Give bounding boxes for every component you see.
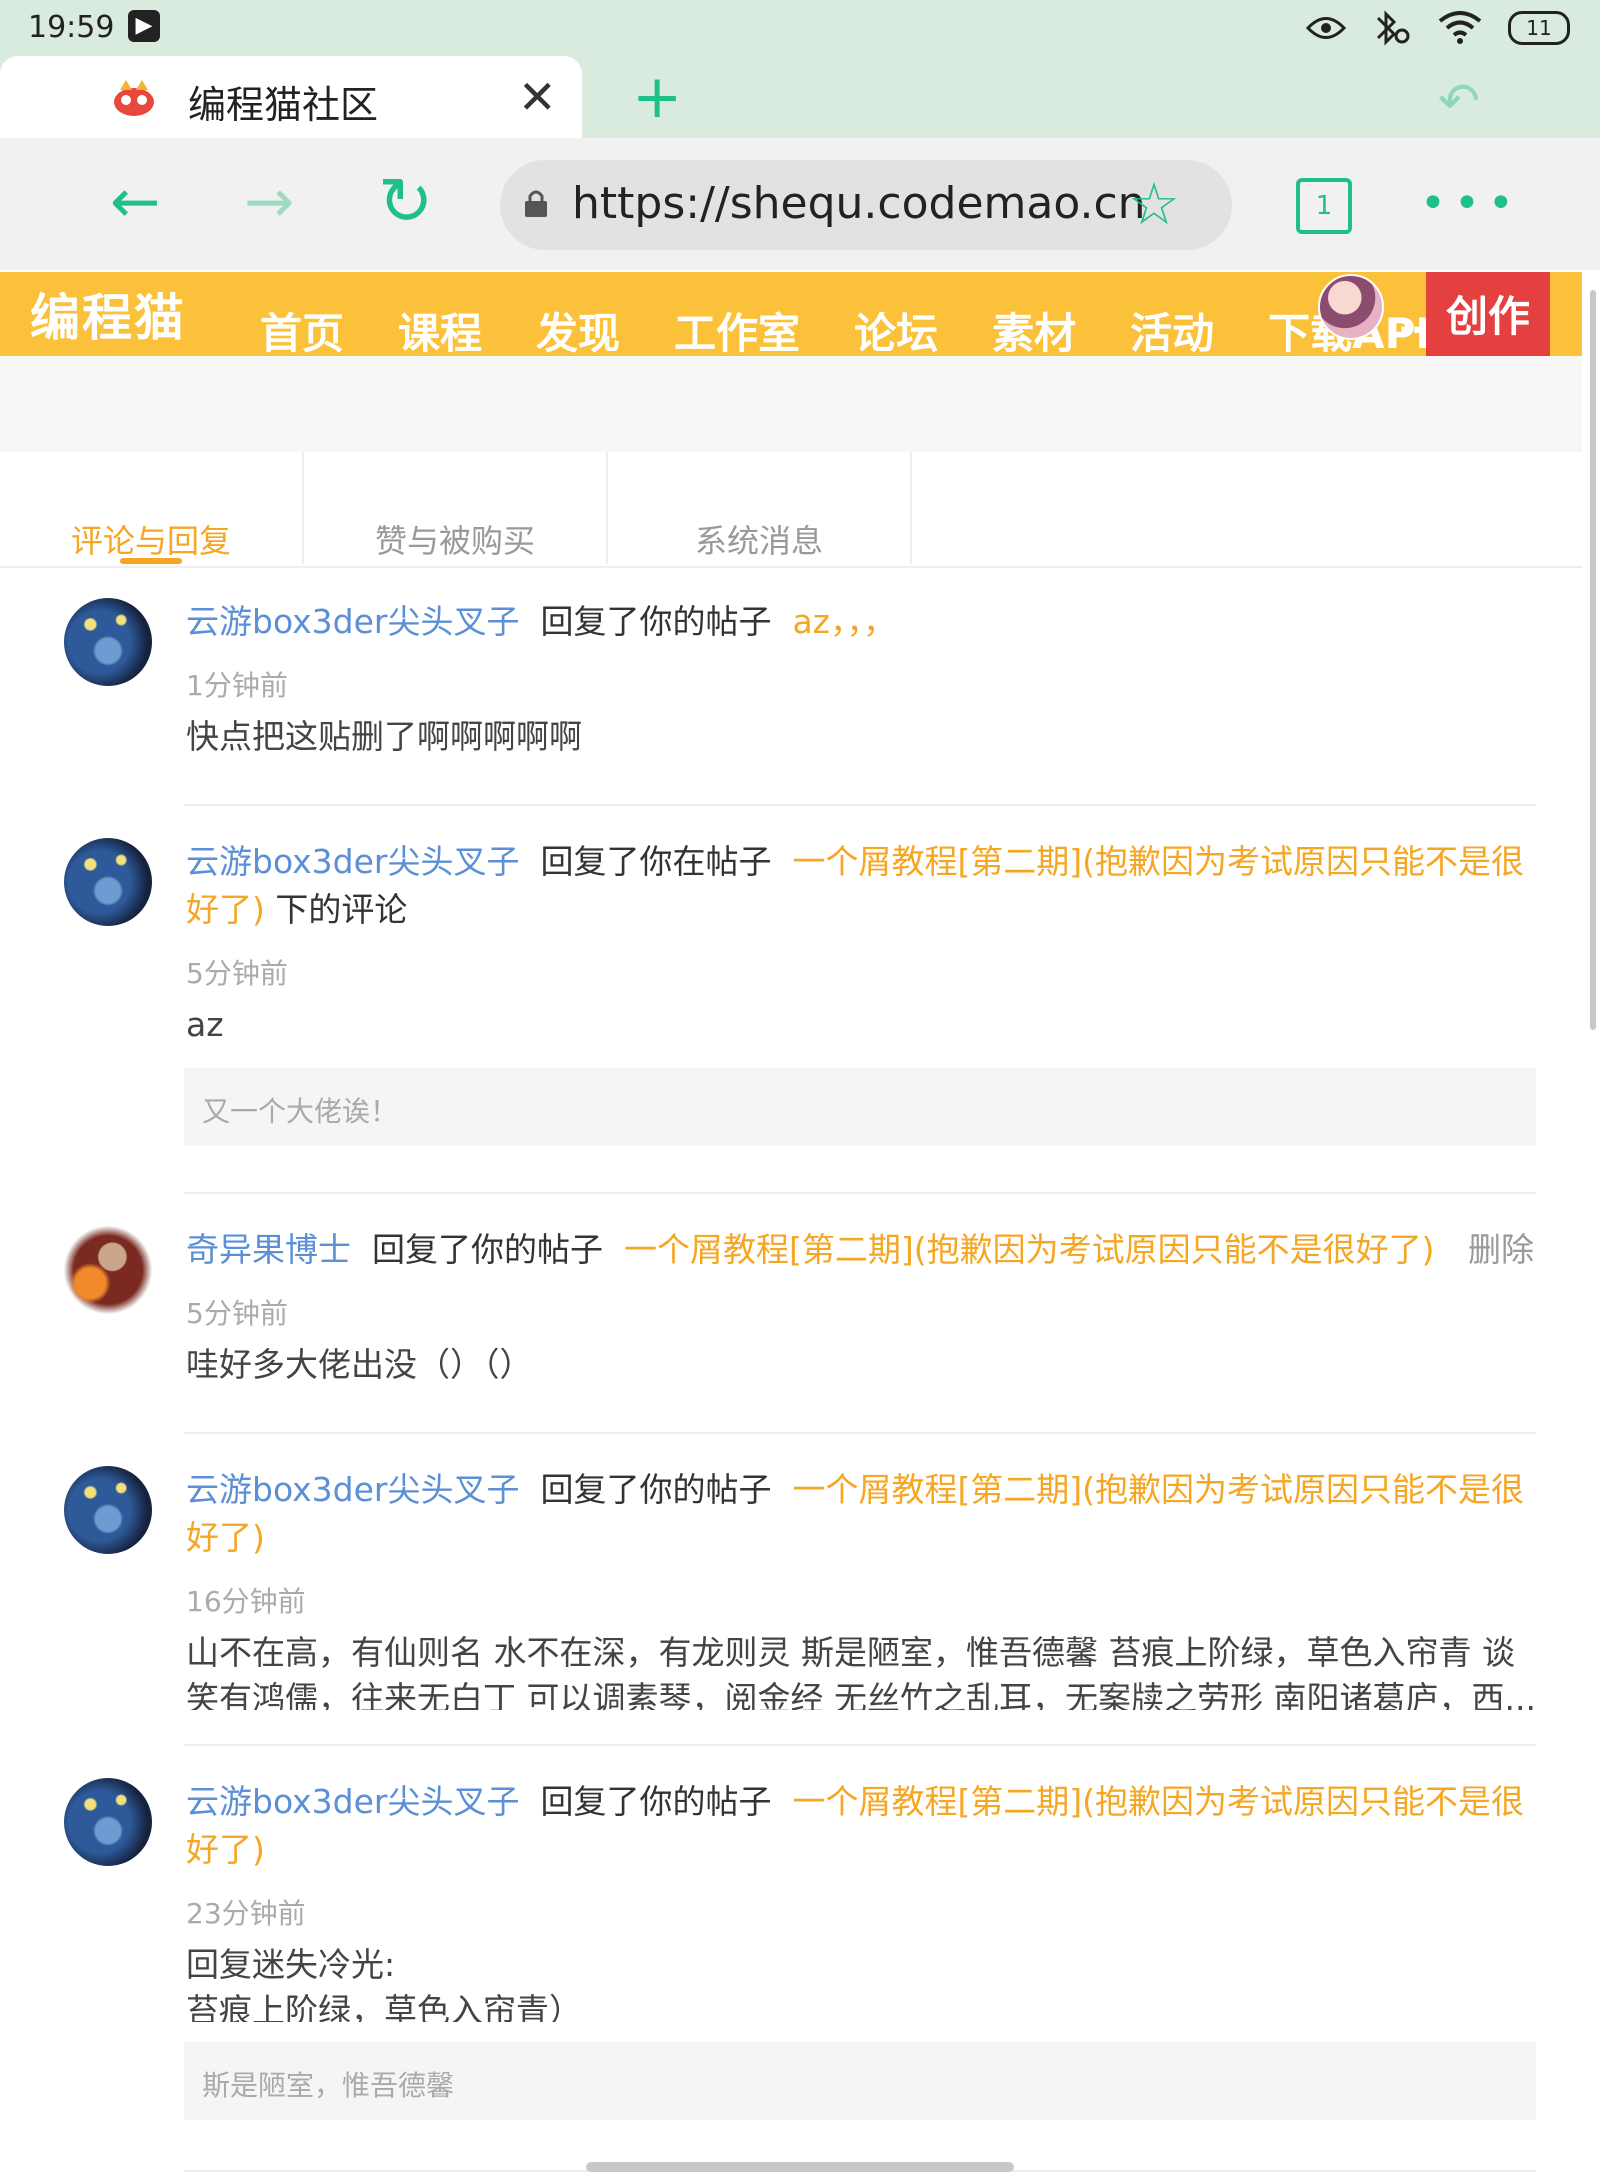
- avatar[interactable]: [64, 598, 152, 686]
- message-suffix: 下的评论: [275, 890, 408, 929]
- nav-item-events[interactable]: 活动: [1130, 300, 1214, 361]
- message-header: 云游box3der尖头叉子 回复了你的帖子 az，，，: [186, 598, 1536, 646]
- tab-system-messages-label: 系统消息: [694, 522, 823, 560]
- horizontal-scrollbar[interactable]: [586, 2162, 1014, 2172]
- forward-arrow-icon[interactable]: →: [244, 172, 294, 232]
- divider: [184, 804, 1536, 806]
- message-action: 回复了你的帖子: [540, 1470, 772, 1509]
- message-action: 回复了你的帖子: [540, 1782, 772, 1821]
- divider: [184, 1192, 1536, 1194]
- status-time: 19:59: [28, 10, 115, 45]
- bluetooth-off-icon: [1376, 10, 1410, 46]
- quoted-comment: 斯是陋室，惟吾德馨: [184, 2042, 1536, 2120]
- lock-icon: [525, 190, 547, 217]
- undo-icon[interactable]: ↶: [1438, 72, 1480, 130]
- message-content: 快点把这贴删了啊啊啊啊啊: [186, 717, 582, 756]
- status-bar: 19:59 ▶ 11: [0, 0, 1600, 56]
- browser-tab-strip: 编程猫社区 ✕ + ↶: [0, 56, 1600, 138]
- message-content: 山不在高，有仙则名 水不在深，有龙则灵 斯是陋室，惟吾德馨 苔痕上阶绿，草色入帘…: [186, 1633, 1536, 1710]
- message-content: 回复迷失冷光: 苔痕上阶绿，草色入帘青）: [186, 1945, 582, 2022]
- nav-item-forum[interactable]: 论坛: [854, 300, 938, 361]
- active-tab-indicator: [120, 558, 182, 564]
- tab-likes-purchases-label: 赞与被购买: [374, 522, 535, 560]
- message-time: 1分钟前: [186, 669, 288, 702]
- avatar[interactable]: [64, 1778, 152, 1866]
- codemao-favicon-icon: [114, 80, 154, 116]
- avatar[interactable]: [64, 1466, 152, 1554]
- message-user-link[interactable]: 云游box3der尖头叉子: [186, 842, 519, 881]
- nav-item-courses[interactable]: 课程: [398, 300, 482, 361]
- tab-system-messages[interactable]: 系统消息: [608, 452, 912, 564]
- tab-likes-purchases[interactable]: 赞与被购买: [304, 452, 608, 564]
- nav-item-home[interactable]: 首页: [260, 300, 344, 361]
- message-content: az: [186, 1005, 224, 1044]
- tab-count-button[interactable]: 1: [1296, 178, 1352, 234]
- quoted-comment-text: 斯是陋室，惟吾德馨: [202, 2069, 455, 2102]
- message-action: 回复了你在帖子: [540, 842, 772, 881]
- browser-tab-title: 编程猫社区: [188, 83, 379, 127]
- new-tab-icon[interactable]: +: [632, 62, 682, 132]
- create-button[interactable]: 创作: [1426, 272, 1550, 356]
- message-time: 16分钟前: [186, 1585, 306, 1618]
- back-arrow-icon[interactable]: ←: [110, 172, 160, 232]
- message-header: 奇异果博士 回复了你的帖子 一个屑教程[第二期](抱歉因为考试原因只能不是很好了…: [186, 1226, 1446, 1274]
- more-menu-icon[interactable]: •••: [1420, 178, 1522, 229]
- message-content: 哇好多大佬出没（）（）: [186, 1345, 533, 1384]
- message-post-link[interactable]: 一个屑教程[第二期](抱歉因为考试原因只能不是很好了): [624, 1230, 1435, 1269]
- address-bar[interactable]: https://shequ.codemao.cn ☆: [500, 160, 1232, 250]
- message-user-link[interactable]: 云游box3der尖头叉子: [186, 1470, 519, 1509]
- message-time: 5分钟前: [186, 957, 288, 990]
- tab-comments-replies-label: 评论与回复: [70, 522, 231, 560]
- message-user-link[interactable]: 云游box3der尖头叉子: [186, 1782, 519, 1821]
- browser-toolbar: ← → ↻ https://shequ.codemao.cn ☆ 1 •••: [0, 138, 1600, 270]
- tab-comments-replies[interactable]: 评论与回复: [0, 452, 304, 564]
- message-user-link[interactable]: 奇异果博士: [186, 1230, 351, 1269]
- avatar[interactable]: [64, 1226, 152, 1314]
- wifi-icon: [1438, 11, 1482, 44]
- message-header: 云游box3der尖头叉子 回复了你的帖子 一个屑教程[第二期](抱歉因为考试原…: [186, 1778, 1536, 1874]
- battery-icon: 11: [1508, 11, 1570, 45]
- vertical-scrollbar[interactable]: [1590, 290, 1596, 1030]
- avatar[interactable]: [64, 838, 152, 926]
- message-header: 云游box3der尖头叉子 回复了你在帖子 一个屑教程[第二期](抱歉因为考试原…: [186, 838, 1536, 934]
- nav-more-dots[interactable]: ..: [1398, 302, 1424, 342]
- message-post-link[interactable]: az，，，: [792, 602, 896, 641]
- quoted-comment: 又一个大佬诶！: [184, 1068, 1536, 1146]
- page-spacer: [0, 356, 1582, 452]
- user-avatar[interactable]: [1318, 274, 1384, 340]
- address-url: https://shequ.codemao.cn: [572, 178, 1146, 229]
- notification-app-icon: ▶: [128, 10, 160, 42]
- message-time: 5分钟前: [186, 1297, 288, 1330]
- divider: [184, 1432, 1536, 1434]
- message-tabs: 评论与回复 赞与被购买 系统消息: [0, 452, 1582, 568]
- delete-button[interactable]: 删除: [1468, 1226, 1534, 1274]
- message-action: 回复了你的帖子: [540, 602, 772, 641]
- quoted-comment-text: 又一个大佬诶！: [202, 1095, 399, 1128]
- eye-icon: [1306, 17, 1346, 39]
- bookmark-star-icon[interactable]: ☆: [1128, 170, 1180, 238]
- message-action: 回复了你的帖子: [371, 1230, 603, 1269]
- message-header: 云游box3der尖头叉子 回复了你的帖子 一个屑教程[第二期](抱歉因为考试原…: [186, 1466, 1536, 1562]
- browser-tab[interactable]: 编程猫社区 ✕: [0, 56, 582, 138]
- divider: [184, 1744, 1536, 1746]
- site-nav-bar: 编程猫 首页 课程 发现 工作室 论坛 素材 活动 下载APP .. 创作: [0, 272, 1582, 358]
- nav-item-materials[interactable]: 素材: [992, 300, 1076, 361]
- message-time: 23分钟前: [186, 1897, 306, 1930]
- reload-icon[interactable]: ↻: [378, 169, 433, 235]
- nav-item-discover[interactable]: 发现: [536, 300, 620, 361]
- site-logo[interactable]: 编程猫: [30, 278, 186, 350]
- nav-item-studio[interactable]: 工作室: [674, 300, 800, 361]
- close-tab-icon[interactable]: ✕: [518, 70, 557, 124]
- message-user-link[interactable]: 云游box3der尖头叉子: [186, 602, 519, 641]
